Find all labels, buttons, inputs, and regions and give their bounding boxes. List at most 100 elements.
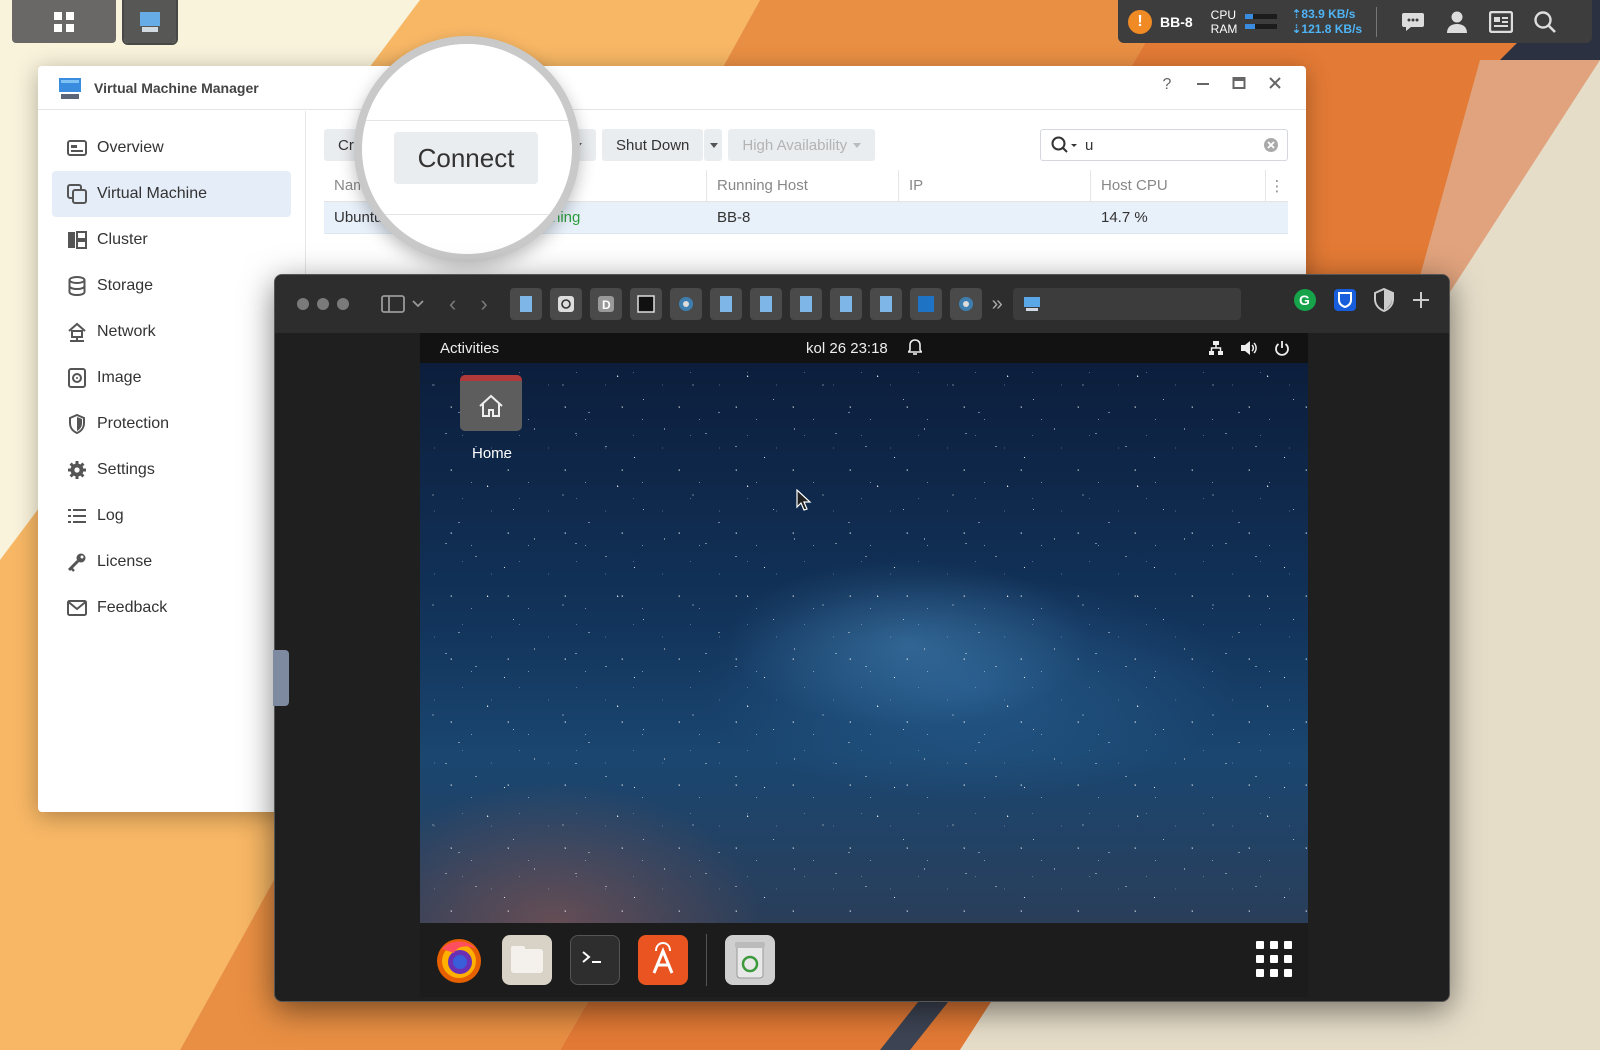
tab-monitor-icon[interactable] — [629, 288, 662, 320]
software-center-icon[interactable] — [638, 935, 688, 985]
column-menu-icon[interactable]: ⋮ — [1266, 170, 1288, 201]
nav-feedback[interactable]: Feedback — [52, 585, 291, 631]
maximize-button[interactable] — [1228, 76, 1250, 95]
ram-label: RAM — [1210, 21, 1238, 36]
cpu-label: CPU — [1210, 7, 1237, 22]
nav-label: Cluster — [97, 231, 148, 248]
vm-running-host: BB-8 — [717, 209, 751, 226]
close-window-button[interactable] — [297, 298, 309, 310]
window-controls: ? — [1156, 76, 1286, 95]
nav-virtual-machine[interactable]: Virtual Machine — [52, 171, 291, 217]
virtual-machine-icon — [66, 183, 88, 205]
nav-overview[interactable]: Overview — [52, 125, 291, 171]
clear-search-icon[interactable] — [1263, 137, 1279, 153]
tab-ssh-icon[interactable] — [909, 288, 942, 320]
dsm-taskbar-left — [12, 0, 178, 45]
minimize-button[interactable] — [1192, 76, 1214, 95]
chevron-down-icon[interactable] — [411, 299, 425, 309]
tab-vm-icon[interactable] — [789, 288, 822, 320]
activities-button[interactable]: Activities — [440, 340, 499, 357]
tab-d-icon[interactable]: D — [589, 288, 622, 320]
nav-image[interactable]: Image — [52, 355, 291, 401]
resource-labels: CPU RAM — [1211, 8, 1238, 36]
nav-storage[interactable]: Storage — [52, 263, 291, 309]
nav-log[interactable]: Log — [52, 493, 291, 539]
close-button[interactable] — [1264, 76, 1286, 95]
taskbar-divider — [1376, 6, 1378, 37]
chevron-down-icon — [853, 142, 862, 148]
settings-icon — [66, 459, 88, 481]
download-speed: 121.8 KB/s — [1301, 21, 1363, 36]
terminal-icon[interactable] — [570, 935, 620, 985]
search-icon[interactable] — [1531, 8, 1559, 36]
nav-license[interactable]: License — [52, 539, 291, 585]
shutdown-button[interactable]: Shut Down — [602, 129, 704, 161]
nav-cluster[interactable]: Cluster — [52, 217, 291, 263]
forward-button[interactable]: › — [480, 291, 487, 317]
tab-vm-icon[interactable] — [509, 288, 542, 320]
mouse-cursor-icon — [796, 489, 812, 511]
vm-status: ning — [552, 209, 581, 226]
column-running-host[interactable]: Running Host — [707, 170, 899, 201]
warning-icon[interactable]: ! — [1128, 9, 1152, 34]
privacy-shield-icon[interactable] — [1373, 288, 1395, 312]
home-desktop-icon[interactable]: Home — [460, 375, 524, 462]
connect-button-magnified[interactable]: Connect — [394, 132, 538, 184]
vmm-app-icon — [140, 11, 160, 32]
vm-ip — [899, 202, 1091, 233]
stars-layer-2 — [420, 363, 1308, 923]
nav-network[interactable]: Network — [52, 309, 291, 355]
trash-icon[interactable] — [725, 935, 775, 985]
user-icon[interactable] — [1443, 8, 1471, 36]
tab-gear-icon[interactable] — [949, 288, 982, 320]
resource-bars[interactable] — [1245, 14, 1278, 29]
new-tab-icon[interactable] — [1411, 290, 1431, 310]
upload-arrow-icon: ⇡ — [1291, 6, 1302, 21]
files-icon[interactable] — [502, 935, 552, 985]
bitwarden-icon[interactable] — [1333, 288, 1357, 312]
network-speed[interactable]: ⇡83.9 KB/s ⇣121.8 KB/s — [1291, 7, 1362, 37]
column-host-cpu[interactable]: Host CPU — [1091, 170, 1266, 201]
magnifier-titlebar-area — [362, 44, 572, 119]
vmm-titlebar[interactable]: Virtual Machine Manager — [38, 66, 1306, 110]
search-field[interactable]: u — [1040, 129, 1288, 161]
system-tray[interactable] — [1208, 340, 1290, 356]
upload-speed: 83.9 KB/s — [1301, 6, 1356, 21]
tab-gear-icon[interactable] — [669, 288, 702, 320]
search-input[interactable]: u — [1085, 137, 1093, 154]
sidebar-toggle-icon[interactable] — [381, 295, 405, 313]
sidebar-drag-handle[interactable] — [273, 650, 289, 706]
nav-protection[interactable]: Protection — [52, 401, 291, 447]
shutdown-dropdown-button[interactable] — [704, 129, 723, 161]
tab-hexagon-icon[interactable] — [549, 288, 582, 320]
column-ip[interactable]: IP — [899, 170, 1091, 201]
widgets-icon[interactable] — [1487, 8, 1515, 36]
chat-icon[interactable] — [1399, 8, 1427, 36]
tab-vm-icon[interactable] — [709, 288, 742, 320]
home-label: Home — [471, 445, 512, 462]
close-icon — [1269, 77, 1281, 89]
main-menu-button[interactable] — [12, 0, 116, 43]
tab-vm-icon[interactable] — [869, 288, 902, 320]
more-tabs-icon[interactable]: » — [992, 293, 1003, 316]
zoom-window-button[interactable] — [337, 298, 349, 310]
show-apps-icon[interactable] — [1256, 941, 1292, 977]
nav-label: Virtual Machine — [97, 185, 207, 202]
back-button[interactable]: ‹ — [449, 291, 456, 317]
active-tab[interactable] — [1012, 288, 1241, 320]
tab-vm-icon[interactable] — [749, 288, 782, 320]
high-availability-button[interactable]: High Availability — [728, 129, 876, 161]
grammarly-icon[interactable]: G — [1293, 288, 1317, 312]
help-button[interactable]: ? — [1156, 76, 1178, 95]
svg-text:G: G — [1299, 292, 1310, 308]
nav-label: Settings — [97, 461, 155, 478]
gnome-top-bar: Activities kol 26 23:18 — [420, 333, 1308, 363]
taskbar-vmm-button[interactable] — [122, 0, 178, 45]
nav-settings[interactable]: Settings — [52, 447, 291, 493]
firefox-icon[interactable] — [434, 935, 484, 985]
magnifier-divider — [362, 120, 572, 121]
clock[interactable]: kol 26 23:18 — [420, 339, 1308, 357]
cpu-bar — [1245, 14, 1278, 19]
tab-vm-icon[interactable] — [829, 288, 862, 320]
minimize-window-button[interactable] — [317, 298, 329, 310]
